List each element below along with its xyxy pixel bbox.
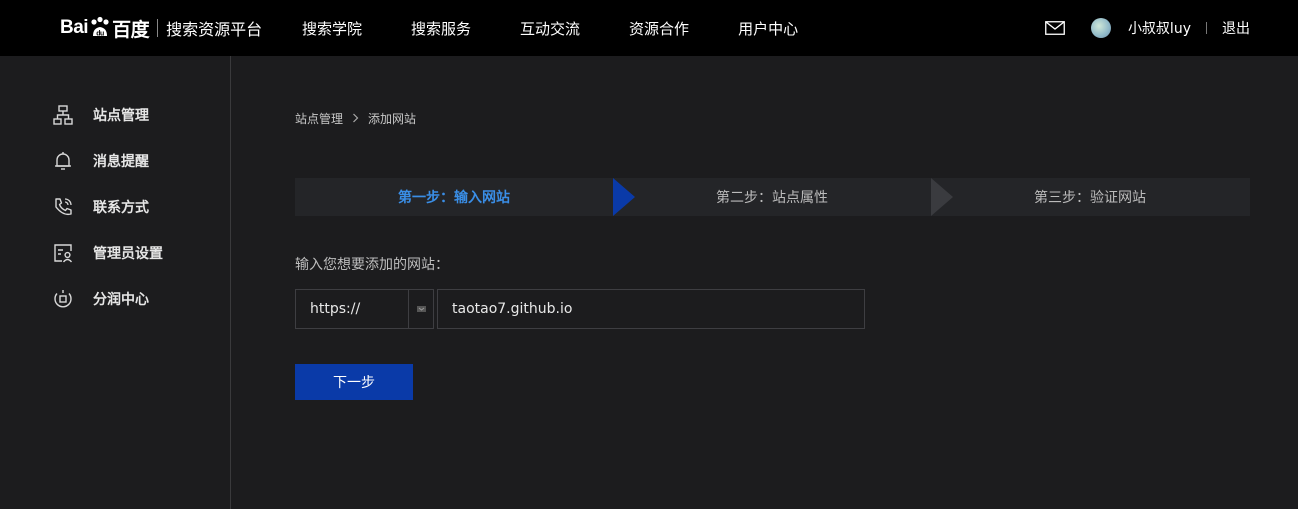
site-url-input[interactable] (437, 289, 865, 329)
baidu-paw-icon: du (91, 16, 109, 38)
logo-divider (157, 19, 159, 37)
top-bar: Bai du 百度 搜索资源平台 搜索学院 搜索服务 互动交流 资源合作 用户中… (0, 0, 1298, 56)
sidebar-item-site-management[interactable]: 站点管理 (52, 103, 149, 127)
separator (1206, 22, 1207, 34)
sidebar-item-label: 消息提醒 (93, 154, 149, 170)
breadcrumb-item-add-site: 添加网站 (368, 112, 417, 126)
nav-item-user-center[interactable]: 用户中心 (738, 18, 798, 39)
breadcrumb-item-site-management[interactable]: 站点管理 (295, 110, 343, 127)
sidebar-item-admin-settings[interactable]: 管理员设置 (52, 241, 163, 265)
baidu-logo-mark: Bai du 百度 (60, 15, 150, 42)
mail-icon[interactable] (1045, 21, 1065, 35)
nav-item-academy[interactable]: 搜索学院 (302, 18, 362, 39)
logout-link[interactable]: 退出 (1222, 18, 1250, 38)
avatar[interactable] (1090, 18, 1111, 38)
phone-icon (55, 198, 72, 216)
user-area: 小叔叔luy 退出 (1045, 0, 1250, 56)
sidebar-item-label: 站点管理 (93, 108, 149, 124)
site-input-label: 输入您想要添加的网站： (295, 257, 449, 273)
step-indicator: 第一步：输入网站 第二步：站点属性 第三步：验证网站 (295, 178, 1250, 216)
sidebar-item-label: 分润中心 (93, 292, 149, 308)
sidebar-item-notifications[interactable]: 消息提醒 (52, 149, 149, 173)
share-icon (54, 290, 72, 308)
logo[interactable]: Bai du 百度 搜索资源平台 (60, 10, 262, 46)
main-nav: 搜索学院 搜索服务 互动交流 资源合作 用户中心 (302, 0, 847, 56)
nav-item-services[interactable]: 搜索服务 (411, 18, 471, 39)
svg-text:du: du (96, 31, 104, 38)
step-2: 第二步：站点属性 (716, 190, 828, 206)
chevron-right-icon (352, 112, 359, 126)
bell-icon (55, 152, 71, 170)
platform-name: 搜索资源平台 (166, 20, 263, 39)
sidebar-item-label: 联系方式 (93, 200, 149, 216)
step-1: 第一步：输入网站 (398, 190, 510, 206)
dropdown-arrow-icon[interactable] (408, 290, 433, 328)
breadcrumb: 站点管理 添加网站 (295, 110, 416, 127)
sidebar-item-profit-center[interactable]: 分润中心 (52, 287, 149, 311)
protocol-value: https:// (310, 301, 361, 317)
logo-brand-right: 百度 (112, 19, 150, 41)
logo-brand-left: Bai (60, 17, 89, 38)
sidebar-item-contact[interactable]: 联系方式 (52, 195, 149, 219)
sidebar: 站点管理 消息提醒 联系方式 管理员设置 分润中心 (0, 56, 231, 509)
protocol-select[interactable]: https:// (295, 289, 434, 329)
admin-icon (54, 244, 73, 263)
step-3: 第三步：验证网站 (1034, 190, 1146, 206)
nav-item-cooperation[interactable]: 资源合作 (629, 18, 689, 39)
sidebar-item-label: 管理员设置 (93, 246, 163, 262)
sitemap-icon (53, 105, 73, 125)
next-step-button[interactable]: 下一步 (295, 364, 413, 400)
username[interactable]: 小叔叔luy (1128, 18, 1191, 38)
nav-item-community[interactable]: 互动交流 (520, 18, 580, 39)
